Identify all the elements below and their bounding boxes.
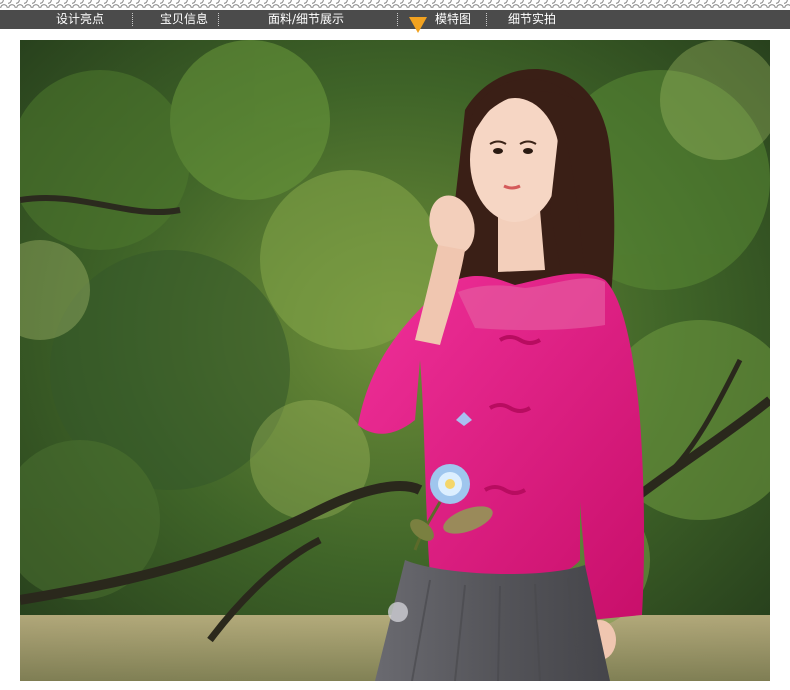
decorative-wave-border [0,0,790,8]
section-nav-bar: 设计亮点 宝贝信息 面料/细节展示 模特图 细节实拍 [0,10,790,29]
active-section-marker-icon [409,17,427,33]
model-photo [20,40,770,681]
model-photo-image [20,40,770,681]
nav-item-detail-shots[interactable]: 细节实拍 [508,10,556,29]
nav-item-product-info[interactable]: 宝贝信息 [160,10,208,29]
nav-separator [132,13,133,26]
nav-separator [218,13,219,26]
nav-item-fabric-details[interactable]: 面料/细节展示 [268,10,344,29]
product-detail-page: 设计亮点 宝贝信息 面料/细节展示 模特图 细节实拍 [0,0,790,690]
nav-separator [397,13,398,26]
nav-item-design-highlights[interactable]: 设计亮点 [56,10,104,29]
nav-separator [486,13,487,26]
nav-item-model-photos[interactable]: 模特图 [435,10,471,29]
